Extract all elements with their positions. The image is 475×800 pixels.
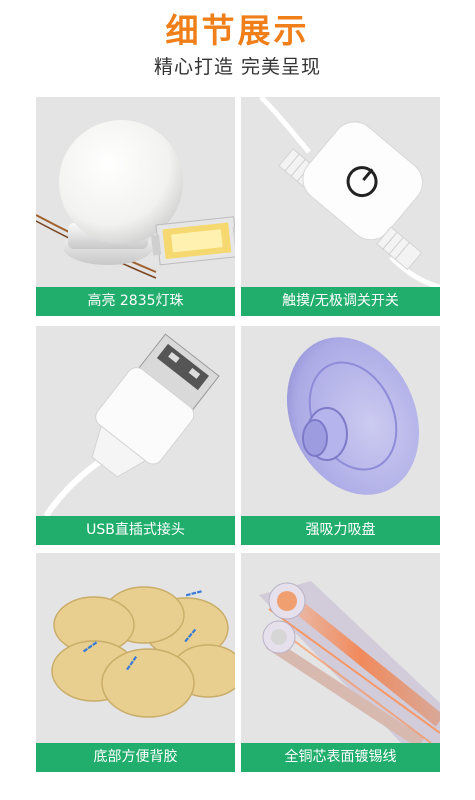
page-title: 细节展示 <box>165 11 310 50</box>
suction-cup-icon <box>286 337 420 495</box>
adhesive-pads-icon: ▬▬▬ ▬▬▬ ▬▬▬ ▬▬▬ <box>51 586 235 718</box>
detail-card-suction: 强吸力吸盘 <box>241 326 440 545</box>
copper-wire-icon <box>259 581 440 743</box>
card-label: 底部方便背胶 <box>36 743 235 772</box>
svg-text:▬▬▬: ▬▬▬ <box>185 588 204 599</box>
detail-card-wire: 全铜芯表面镀锡线 <box>241 553 440 772</box>
detail-card-adhesive: ▬▬▬ ▬▬▬ ▬▬▬ ▬▬▬ 底部方便背胶 <box>36 553 235 772</box>
led-bulb-icon <box>36 120 235 279</box>
card-label: 触摸/无极调关开关 <box>241 287 440 316</box>
usb-plug-icon <box>43 333 220 516</box>
card-label: 强吸力吸盘 <box>241 516 440 545</box>
card-label: USB直插式接头 <box>36 516 235 545</box>
detail-card-led: 高亮 2835灯珠 <box>36 97 235 316</box>
detail-card-switch: 触摸/无极调关开关 <box>241 97 440 316</box>
card-label: 全铜芯表面镀锡线 <box>241 743 440 772</box>
touch-switch-icon <box>259 97 440 287</box>
page-subtitle: 精心打造 完美呈现 <box>153 56 322 78</box>
page-header: 细节展示 精心打造 完美呈现 <box>0 0 475 92</box>
detail-card-usb: USB直插式接头 <box>36 326 235 545</box>
card-label: 高亮 2835灯珠 <box>36 287 235 316</box>
